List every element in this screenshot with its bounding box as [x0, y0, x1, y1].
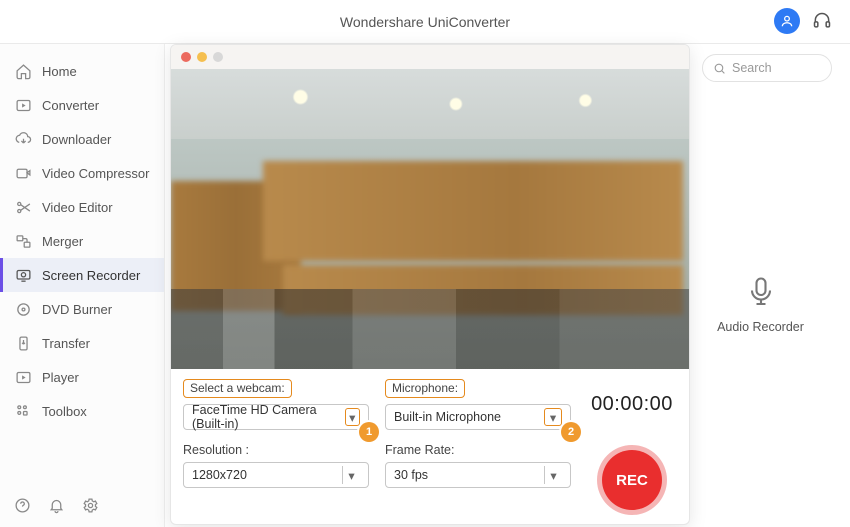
resolution-select[interactable]: 1280x720 ▾: [183, 462, 369, 488]
compressor-icon: [14, 164, 32, 182]
sidebar-item-dvd-burner[interactable]: DVD Burner: [0, 292, 164, 326]
converter-icon: [14, 96, 32, 114]
sidebar-item-label: Player: [42, 370, 79, 385]
app-title: Wondershare UniConverter: [340, 14, 510, 30]
webcam-value: FaceTime HD Camera (Built-in): [192, 403, 339, 431]
sidebar-item-home[interactable]: Home: [0, 54, 164, 88]
sidebar-item-label: Merger: [42, 234, 83, 249]
webcam-select[interactable]: FaceTime HD Camera (Built-in) ▾: [183, 404, 369, 430]
sidebar-item-converter[interactable]: Converter: [0, 88, 164, 122]
user-icon: [780, 14, 794, 28]
sidebar-item-label: Screen Recorder: [42, 268, 140, 283]
user-avatar[interactable]: [774, 8, 800, 34]
sidebar: Home Converter Downloader Video Compress…: [0, 44, 165, 527]
download-icon: [14, 130, 32, 148]
scissors-icon: [14, 198, 32, 216]
search-input[interactable]: Search: [702, 54, 832, 82]
sidebar-item-label: Video Compressor: [42, 166, 149, 181]
chevron-down-icon: ▾: [544, 466, 562, 484]
sidebar-item-label: DVD Burner: [42, 302, 112, 317]
webcam-recorder-panel: Select a webcam: FaceTime HD Camera (Bui…: [170, 44, 690, 525]
audio-recorder-card[interactable]: Audio Recorder: [683, 274, 838, 334]
webcam-preview: [171, 69, 689, 369]
panel-title-bar[interactable]: [171, 45, 689, 69]
sidebar-item-merger[interactable]: Merger: [0, 224, 164, 258]
audio-recorder-label: Audio Recorder: [683, 320, 838, 334]
title-bar: Wondershare UniConverter: [0, 0, 850, 44]
screen-recorder-icon: [14, 266, 32, 284]
record-button[interactable]: REC: [602, 450, 662, 510]
sidebar-item-label: Video Editor: [42, 200, 113, 215]
sidebar-item-label: Toolbox: [42, 404, 87, 419]
chevron-down-icon: ▾: [345, 408, 360, 426]
support-button[interactable]: [810, 9, 834, 33]
headset-icon: [812, 11, 832, 31]
minimize-dot[interactable]: [197, 52, 207, 62]
search-icon: [713, 62, 726, 75]
player-icon: [14, 368, 32, 386]
timer-display: 00:00:00: [587, 393, 677, 416]
webcam-label: Select a webcam:: [183, 379, 292, 398]
record-button-label: REC: [616, 472, 648, 489]
resolution-label: Resolution :: [183, 443, 249, 457]
resolution-value: 1280x720: [192, 468, 247, 482]
microphone-value: Built-in Microphone: [394, 410, 501, 424]
toolbox-icon: [14, 402, 32, 420]
sidebar-item-screen-recorder[interactable]: Screen Recorder: [0, 258, 164, 292]
framerate-value: 30 fps: [394, 468, 428, 482]
chevron-down-icon: ▾: [342, 466, 360, 484]
disc-icon: [14, 300, 32, 318]
microphone-select[interactable]: Built-in Microphone ▾: [385, 404, 571, 430]
sidebar-item-player[interactable]: Player: [0, 360, 164, 394]
sidebar-item-label: Downloader: [42, 132, 111, 147]
settings-icon[interactable]: [82, 497, 100, 515]
home-icon: [14, 62, 32, 80]
sidebar-item-label: Home: [42, 64, 77, 79]
sidebar-item-label: Converter: [42, 98, 99, 113]
sidebar-item-toolbox[interactable]: Toolbox: [0, 394, 164, 428]
microphone-icon: [743, 274, 779, 310]
sidebar-item-editor[interactable]: Video Editor: [0, 190, 164, 224]
microphone-label: Microphone:: [385, 379, 465, 398]
merger-icon: [14, 232, 32, 250]
framerate-label: Frame Rate:: [385, 443, 454, 457]
callout-badge-1: 1: [359, 422, 379, 442]
framerate-select[interactable]: 30 fps ▾: [385, 462, 571, 488]
search-placeholder: Search: [732, 61, 772, 75]
sidebar-item-transfer[interactable]: Transfer: [0, 326, 164, 360]
chevron-down-icon: ▾: [544, 408, 562, 426]
callout-badge-2: 2: [561, 422, 581, 442]
close-dot[interactable]: [181, 52, 191, 62]
zoom-dot[interactable]: [213, 52, 223, 62]
bell-icon[interactable]: [48, 497, 66, 515]
sidebar-item-compressor[interactable]: Video Compressor: [0, 156, 164, 190]
help-icon[interactable]: [14, 497, 32, 515]
transfer-icon: [14, 334, 32, 352]
sidebar-footer: [0, 485, 164, 527]
sidebar-item-downloader[interactable]: Downloader: [0, 122, 164, 156]
sidebar-item-label: Transfer: [42, 336, 90, 351]
